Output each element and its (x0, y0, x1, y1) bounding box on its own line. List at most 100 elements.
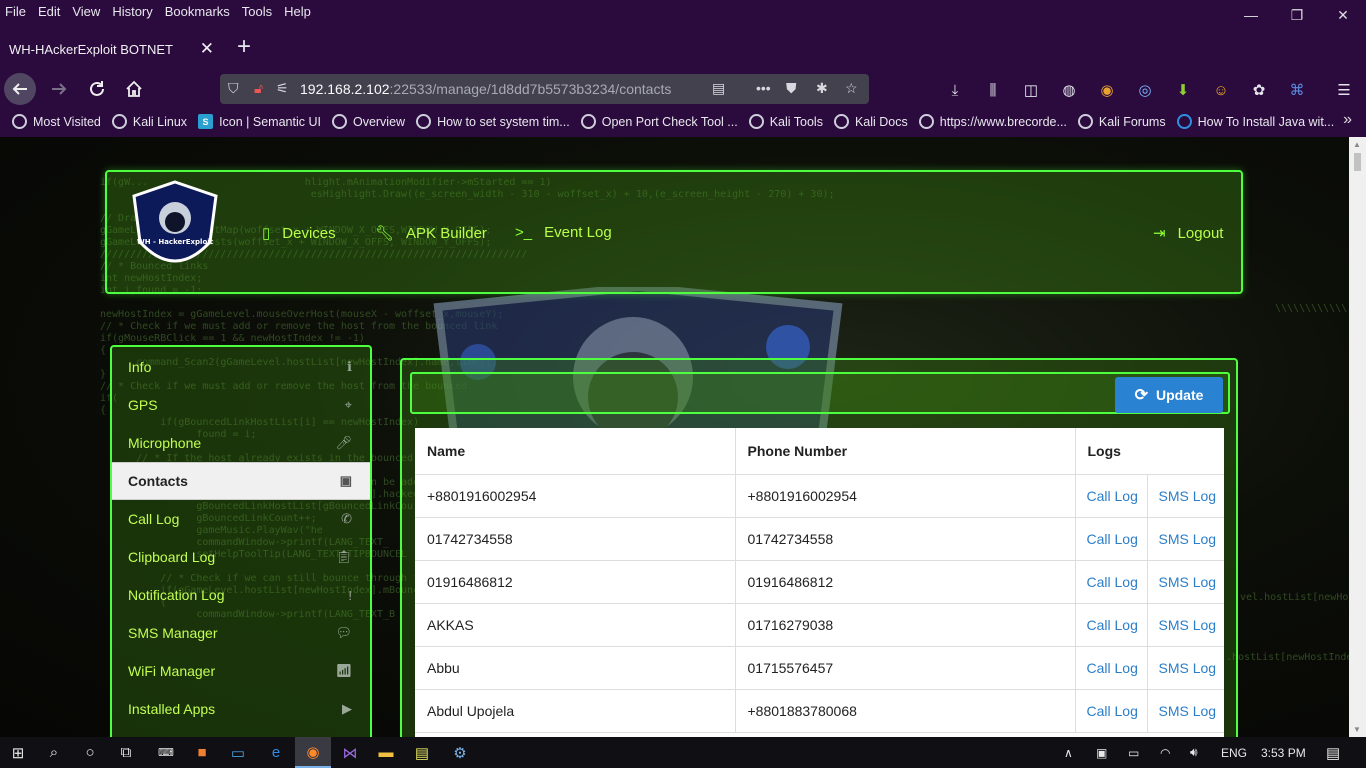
bookmark-kali-tools[interactable]: Kali Tools (748, 114, 823, 129)
call-log-link[interactable]: Call Log (1075, 560, 1148, 604)
downloads-icon[interactable]: ⤓ (945, 80, 965, 100)
new-tab-button[interactable]: + (232, 34, 256, 62)
sidebar-item-clipboard-log[interactable]: Clipboard Log 📋︎ (112, 538, 370, 576)
call-log-link[interactable]: Call Log (1075, 517, 1148, 561)
language-indicator[interactable]: ENG (1221, 737, 1247, 768)
nav-apk-builder[interactable]: 🔧︎ APK Builder (375, 224, 487, 243)
orange-app-icon[interactable]: ■ (184, 737, 220, 768)
bookmark-overview[interactable]: Overview (331, 114, 405, 129)
download-arrow-extension-icon[interactable]: ⬇ (1173, 80, 1193, 100)
tools-app-icon[interactable]: ⚙ (442, 737, 478, 768)
battery-icon[interactable]: ▭ (1128, 737, 1139, 768)
edge-browser-icon[interactable]: e (258, 737, 294, 768)
logout-label: Logout (1177, 224, 1224, 242)
menu-view[interactable]: View (66, 4, 106, 19)
sms-log-link[interactable]: SMS Log (1147, 646, 1224, 690)
sidebar-item-wifi-manager[interactable]: WiFi Manager 📶︎ (112, 652, 370, 690)
nav-event-log[interactable]: >_ Event Log (515, 224, 612, 241)
call-log-link[interactable]: Call Log (1075, 603, 1148, 647)
tab-active[interactable]: WH-HAckerExploit BOTNET ✕ (0, 34, 225, 64)
translate-extension-icon[interactable]: ⌘ (1287, 80, 1307, 100)
sidebar-toggle-icon[interactable]: ◫ (1021, 80, 1041, 100)
cortana-icon[interactable]: ○ (72, 737, 108, 768)
sidebar-item-gps[interactable]: GPS ⌖ (112, 386, 370, 424)
volume-icon[interactable]: 🔊︎ (1190, 737, 1198, 768)
eyes-extension-icon[interactable]: ◎ (1135, 80, 1155, 100)
bookmark-system-time[interactable]: How to set system tim... (416, 114, 570, 129)
library-icon[interactable]: ⫼ (983, 80, 1003, 100)
sidebar-item-microphone[interactable]: Microphone 🎤︎ (112, 424, 370, 462)
task-view-icon[interactable]: ⧉ (108, 737, 144, 768)
sidebar-item-info[interactable]: Info ℹ (112, 348, 370, 386)
logout-button[interactable]: ⇥ Logout (1153, 224, 1224, 243)
address-bar[interactable]: ⛉ 🔓︎ ⚟ 192.168.2.102:22533/manage/1d8dd7… (220, 74, 869, 104)
search-icon[interactable]: ⌕ (36, 737, 72, 768)
menu-bookmarks[interactable]: Bookmarks (159, 4, 236, 19)
sidebar-item-installed-apps[interactable]: Installed Apps ▶ (112, 690, 370, 728)
sidebar-item-notification-log[interactable]: Notification Log! (112, 576, 370, 614)
visual-studio-icon[interactable]: ⋈ (332, 737, 368, 768)
monkey-extension-icon[interactable]: ◉ (1097, 80, 1117, 100)
keyboard-app-icon[interactable]: ⌨ (148, 737, 184, 768)
bookmark-kali-docs[interactable]: Kali Docs (833, 114, 908, 129)
computer-app-icon[interactable]: ▭ (220, 737, 256, 768)
sms-log-link[interactable]: SMS Log (1147, 560, 1224, 604)
network-wifi-icon[interactable]: ◠ (1160, 737, 1170, 768)
sidebar-item-sms-manager[interactable]: SMS Manager 💬︎ (112, 614, 370, 652)
star-bookmark-icon[interactable]: ☆ (845, 80, 858, 97)
bookmark-brecorder[interactable]: https://www.brecorde... (918, 114, 1067, 129)
file-explorer-icon[interactable]: ▬ (368, 737, 404, 768)
hackerexploit-logo[interactable]: WH - HackerExploit (130, 180, 220, 280)
sidebar-item-call-log[interactable]: Call Log ✆ (112, 500, 370, 538)
scrollbar-thumb[interactable] (1354, 153, 1361, 171)
home-button[interactable] (119, 74, 149, 104)
windows-start-icon[interactable]: ⊞ (0, 737, 36, 768)
menu-file[interactable]: File (0, 4, 32, 19)
call-log-link[interactable]: Call Log (1075, 474, 1148, 518)
sms-log-link[interactable]: SMS Log (1147, 474, 1224, 518)
bookmark-kali-forums[interactable]: Kali Forums (1077, 114, 1166, 129)
reload-button[interactable] (82, 74, 112, 104)
call-log-link[interactable]: Call Log (1075, 689, 1148, 733)
tray-chevron-up-icon[interactable]: ∧ (1064, 737, 1073, 768)
tab-close-icon[interactable]: ✕ (200, 39, 214, 59)
page-actions-icon[interactable]: ••• (756, 80, 771, 96)
cookie-extension-icon[interactable]: ✿ (1249, 80, 1269, 100)
sms-log-link[interactable]: SMS Log (1147, 603, 1224, 647)
tray-device-icon[interactable]: ▣ (1096, 737, 1107, 768)
scroll-down-icon[interactable]: ▼ (1353, 725, 1361, 734)
menu-tools[interactable]: Tools (236, 4, 278, 19)
globe-extension-icon[interactable]: ◍ (1059, 80, 1079, 100)
page-scrollbar[interactable]: ▲ ▼ (1349, 137, 1366, 737)
bookmark-semantic-ui[interactable]: S Icon | Semantic UI (198, 114, 321, 129)
scroll-up-icon[interactable]: ▲ (1353, 140, 1361, 149)
clock-time[interactable]: 3:53 PM (1261, 737, 1306, 768)
call-log-link[interactable]: Call Log (1075, 646, 1148, 690)
bookmark-install-java[interactable]: How To Install Java wit... (1176, 114, 1334, 129)
permissions-icon[interactable]: ⚟ (276, 80, 289, 97)
notepad-app-icon[interactable]: ▤ (404, 737, 440, 768)
pocket-icon[interactable]: ⛊ (786, 80, 797, 97)
insecure-lock-icon[interactable]: 🔓︎ (254, 80, 263, 97)
bookmark-open-port[interactable]: Open Port Check Tool ... (580, 114, 738, 129)
sms-log-link[interactable]: SMS Log (1147, 517, 1224, 561)
back-button[interactable] (4, 73, 36, 105)
bug-icon[interactable]: ✱ (816, 80, 828, 97)
sms-log-link[interactable]: SMS Log (1147, 689, 1224, 733)
chevron-right-icon[interactable]: » (1343, 111, 1352, 129)
face-extension-icon[interactable]: ☺ (1211, 80, 1231, 100)
nav-devices[interactable]: ▯ Devices (262, 224, 336, 243)
firefox-icon[interactable]: ◉ (295, 737, 331, 768)
hamburger-menu-icon[interactable]: ☰ (1334, 80, 1354, 100)
bookmark-kali-linux[interactable]: Kali Linux (111, 114, 187, 129)
update-button[interactable]: ⟳ Update (1115, 377, 1223, 413)
reader-view-icon[interactable]: ▤ (712, 80, 725, 97)
menu-edit[interactable]: Edit (32, 4, 66, 19)
sidebar-item-contacts[interactable]: Contacts ▣ (112, 462, 370, 500)
shield-icon[interactable]: ⛉ (228, 80, 239, 97)
action-center-icon[interactable]: ▤ (1326, 737, 1340, 768)
menu-help[interactable]: Help (278, 4, 317, 19)
bookmark-most-visited[interactable]: Most Visited (12, 114, 101, 129)
menu-history[interactable]: History (106, 4, 158, 19)
forward-button[interactable] (44, 74, 74, 104)
